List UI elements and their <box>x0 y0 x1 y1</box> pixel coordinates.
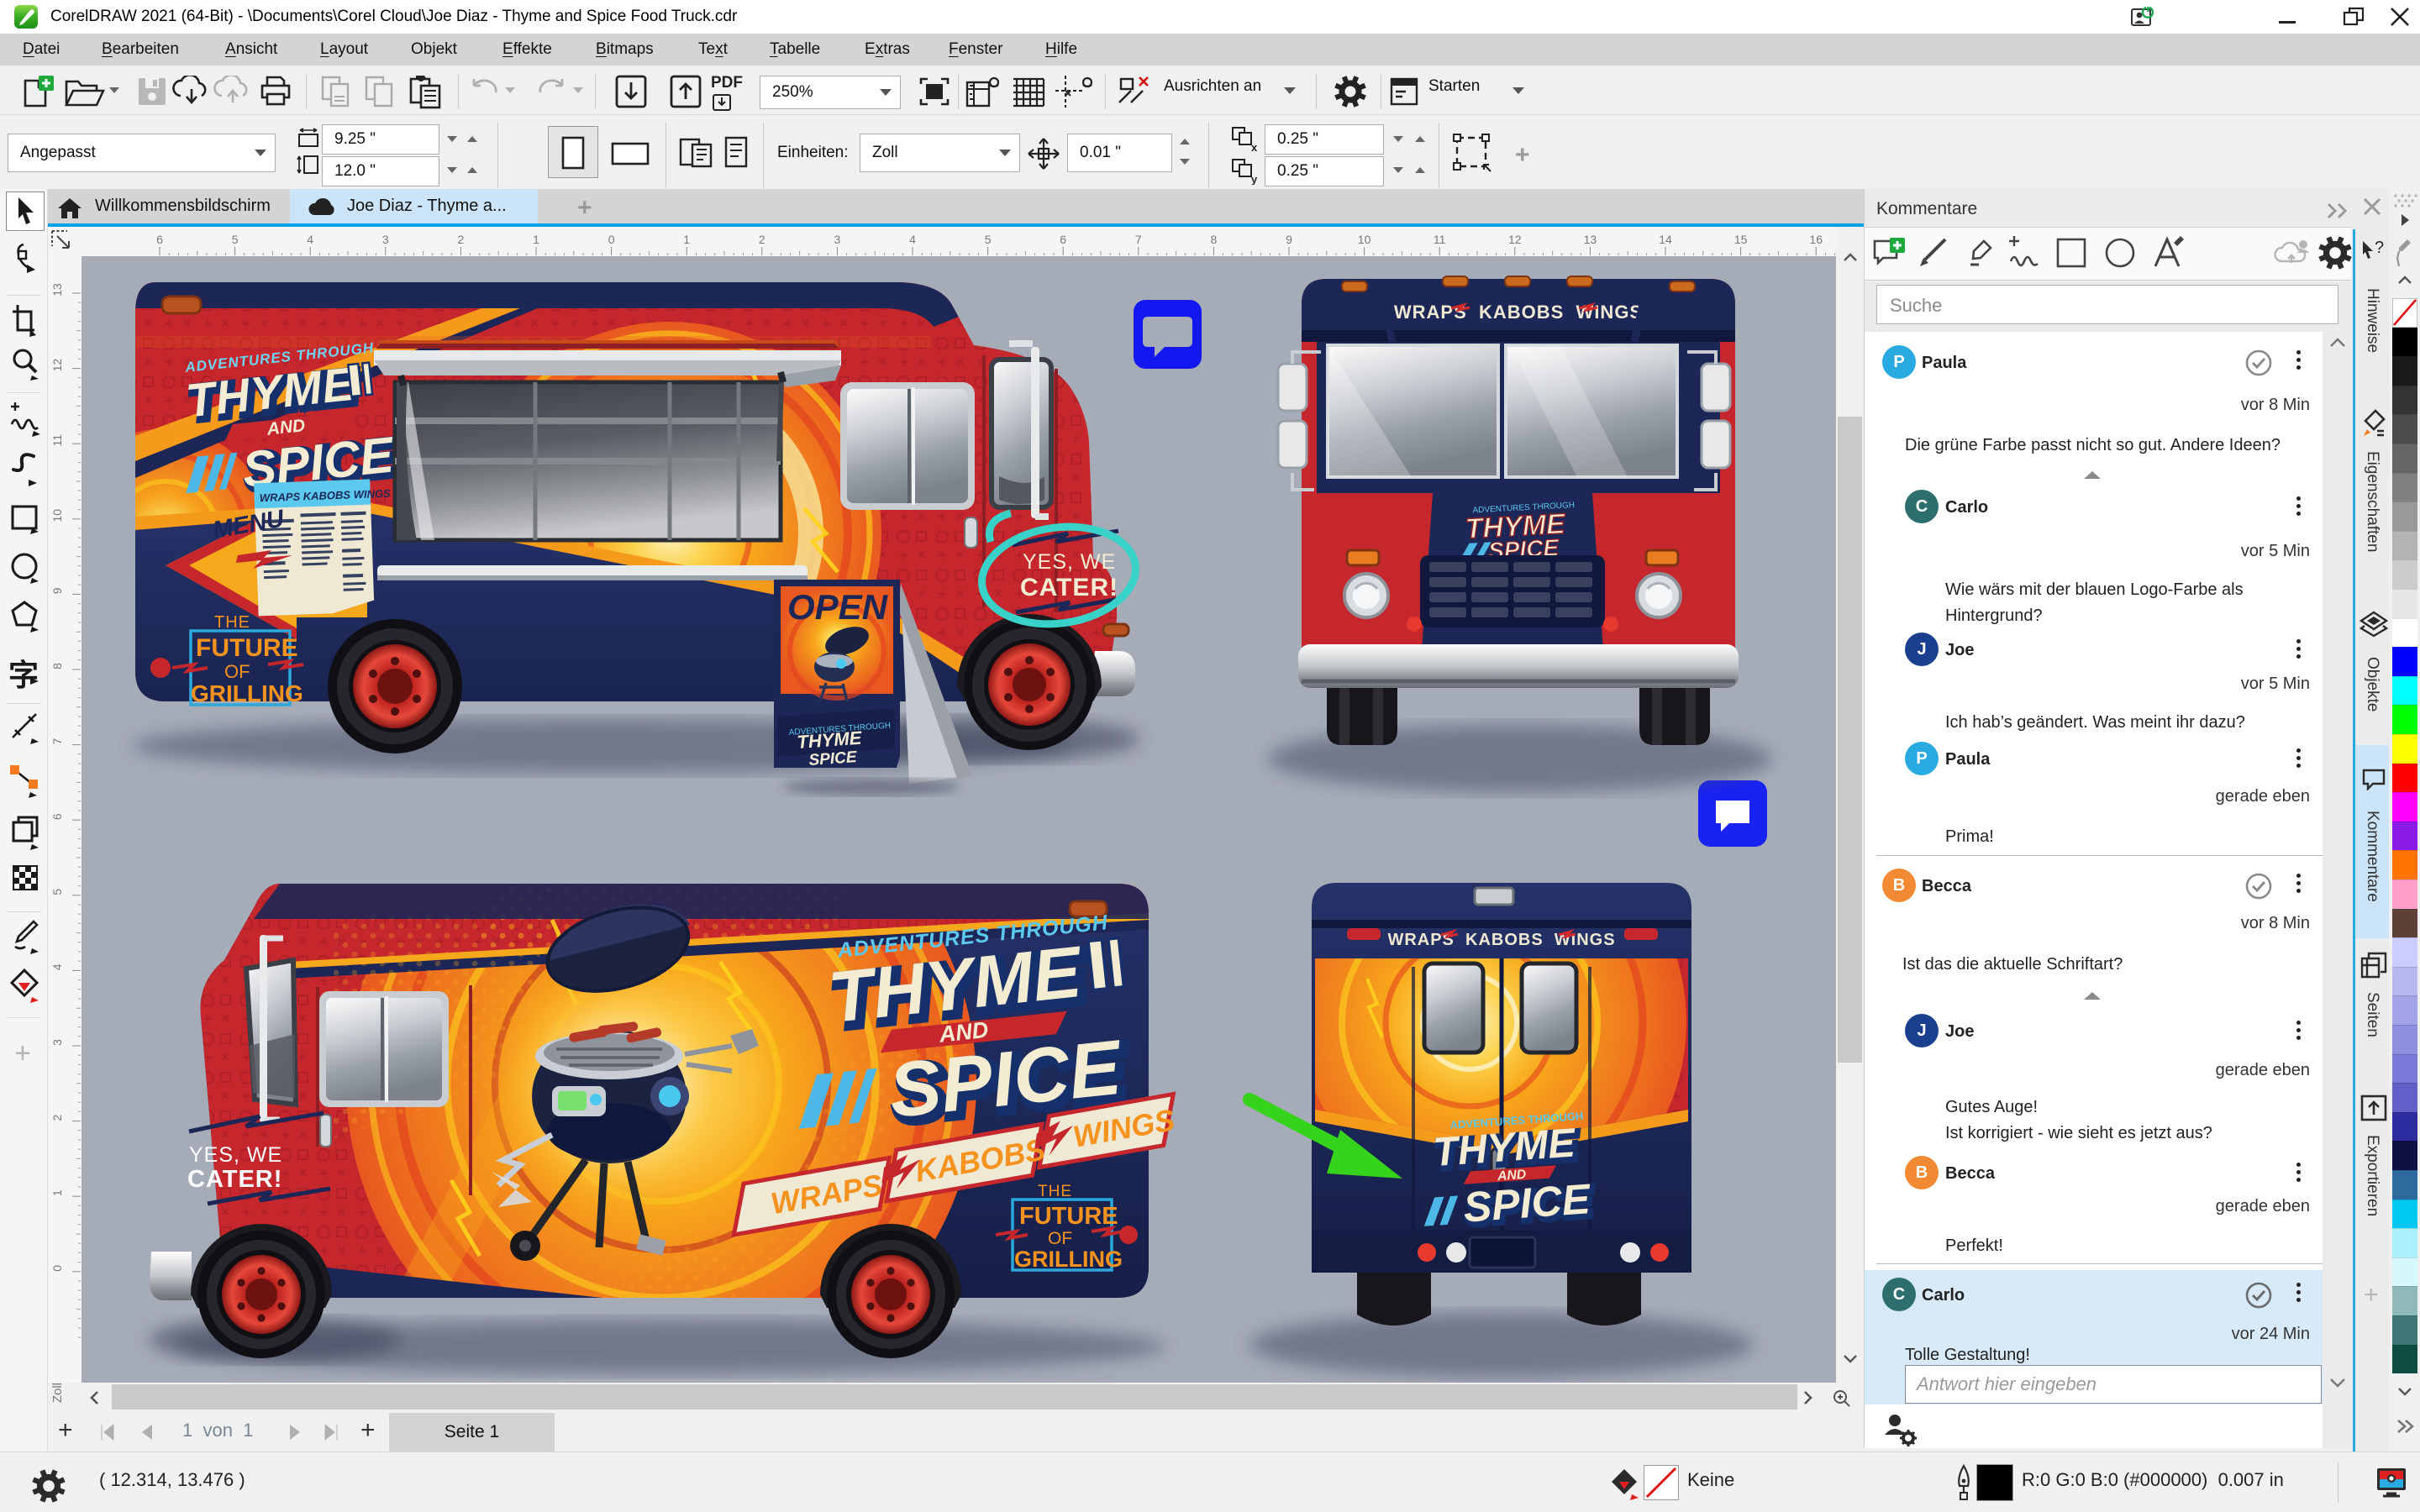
svg-text:6: 6 <box>50 813 64 820</box>
svg-text:16: 16 <box>1809 233 1823 246</box>
svg-text:11: 11 <box>50 434 64 447</box>
svg-text:12: 12 <box>1508 233 1522 246</box>
svg-text:5: 5 <box>232 233 239 246</box>
svg-text:YES, WE: YES, WE <box>1023 550 1116 574</box>
svg-text:8: 8 <box>50 663 64 669</box>
svg-text:THE: THE <box>1038 1183 1072 1200</box>
svg-text:SPICE: SPICE <box>808 748 859 769</box>
svg-text:GRILLING: GRILLING <box>1014 1247 1123 1272</box>
svg-text:GRILLING: GRILLING <box>191 680 303 706</box>
svg-text:10: 10 <box>1358 233 1371 246</box>
svg-text:OF: OF <box>224 661 250 682</box>
svg-text:15: 15 <box>1734 233 1748 246</box>
svg-text:2: 2 <box>759 233 765 246</box>
svg-text:14: 14 <box>1659 233 1672 246</box>
svg-text:10: 10 <box>50 509 64 522</box>
svg-text:THE: THE <box>214 613 250 632</box>
svg-text:6: 6 <box>1060 233 1066 246</box>
svg-text:?: ? <box>2375 239 2384 257</box>
svg-text:y: y <box>1251 173 1258 185</box>
svg-text:CATER!: CATER! <box>1020 574 1118 601</box>
svg-text:0: 0 <box>50 1265 64 1272</box>
svg-text:4: 4 <box>50 963 64 970</box>
svg-text:FUTURE: FUTURE <box>1019 1203 1118 1230</box>
svg-text:7: 7 <box>50 738 64 744</box>
svg-text:OPEN: OPEN <box>787 587 889 627</box>
svg-text:4: 4 <box>307 233 313 246</box>
svg-text:13: 13 <box>1584 233 1597 246</box>
svg-text:FUTURE: FUTURE <box>196 634 298 662</box>
svg-text:12: 12 <box>50 359 64 372</box>
svg-text:5: 5 <box>985 233 992 246</box>
svg-text:OF: OF <box>1048 1229 1072 1248</box>
svg-text:5: 5 <box>50 889 64 895</box>
svg-text:1: 1 <box>533 233 539 246</box>
svg-text:1: 1 <box>683 233 690 246</box>
svg-text:SPICE: SPICE <box>1462 1175 1593 1231</box>
svg-text:3: 3 <box>834 233 841 246</box>
svg-text:9: 9 <box>1286 233 1292 246</box>
svg-text:WRAPS KABOBS WINGS: WRAPS KABOBS WINGS <box>1394 302 1643 323</box>
svg-text:8: 8 <box>1211 233 1218 246</box>
svg-text:x: x <box>1251 141 1258 153</box>
svg-text:13: 13 <box>50 283 64 297</box>
svg-text:2: 2 <box>50 1114 64 1121</box>
svg-text:YES, WE: YES, WE <box>189 1143 282 1167</box>
svg-text:9: 9 <box>50 587 64 594</box>
svg-text:4: 4 <box>909 233 916 246</box>
svg-text:CATER!: CATER! <box>187 1166 282 1193</box>
svg-text:11: 11 <box>1434 233 1446 246</box>
svg-text:3: 3 <box>50 1039 64 1046</box>
svg-text:1: 1 <box>50 1189 64 1196</box>
svg-text:7: 7 <box>1135 233 1142 246</box>
svg-text:0: 0 <box>608 233 615 246</box>
svg-text:6: 6 <box>156 233 163 246</box>
svg-text:3: 3 <box>382 233 389 246</box>
svg-text:2: 2 <box>458 233 465 246</box>
svg-text:WRAPS KABOBS WINGS: WRAPS KABOBS WINGS <box>1387 931 1615 949</box>
